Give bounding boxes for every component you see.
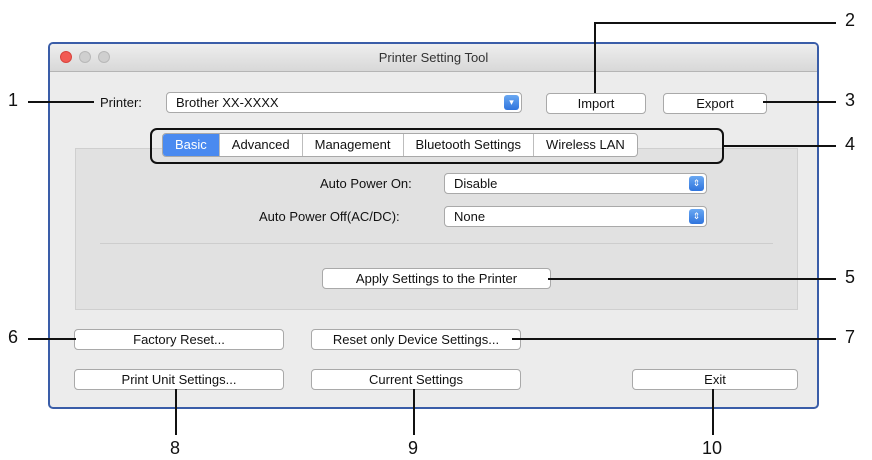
callout-line-9 bbox=[413, 389, 415, 435]
callout-line-10 bbox=[712, 389, 714, 435]
callout-line-6 bbox=[28, 338, 76, 340]
apply-settings-button[interactable]: Apply Settings to the Printer bbox=[322, 268, 551, 289]
callout-number-10: 10 bbox=[702, 438, 723, 458]
auto-power-off-select[interactable]: None ⇕ bbox=[444, 206, 707, 227]
callout-number-5: 5 bbox=[845, 267, 856, 287]
auto-power-off-value: None bbox=[454, 209, 486, 224]
window-title: Printer Setting Tool bbox=[378, 50, 489, 65]
auto-power-on-label: Auto Power On: bbox=[320, 176, 412, 191]
callout-number-3: 3 bbox=[845, 90, 856, 110]
reset-device-settings-button[interactable]: Reset only Device Settings... bbox=[311, 329, 521, 350]
callout-number-6: 6 bbox=[8, 327, 19, 347]
tabs-callout-outline bbox=[150, 128, 724, 164]
callout-number-8: 8 bbox=[170, 438, 181, 458]
callout-number-4: 4 bbox=[845, 134, 856, 154]
chevron-down-icon: ▾ bbox=[504, 95, 519, 110]
callout-line-2-v bbox=[594, 22, 596, 93]
import-button[interactable]: Import bbox=[546, 93, 646, 114]
current-settings-button[interactable]: Current Settings bbox=[311, 369, 521, 390]
export-button[interactable]: Export bbox=[663, 93, 767, 114]
printer-setting-tool-window: Printer Setting Tool Printer: Brother XX… bbox=[48, 42, 819, 409]
callout-number-7: 7 bbox=[845, 327, 856, 347]
print-unit-settings-button[interactable]: Print Unit Settings... bbox=[74, 369, 284, 390]
callout-line-3 bbox=[763, 101, 836, 103]
factory-reset-button[interactable]: Factory Reset... bbox=[74, 329, 284, 350]
auto-power-on-select[interactable]: Disable ⇕ bbox=[444, 173, 707, 194]
callout-line-2-h bbox=[594, 22, 836, 24]
callout-line-4 bbox=[724, 145, 836, 147]
up-down-chevron-icon: ⇕ bbox=[689, 209, 704, 224]
callout-number-9: 9 bbox=[408, 438, 419, 458]
callout-number-1: 1 bbox=[8, 90, 19, 110]
exit-button[interactable]: Exit bbox=[632, 369, 798, 390]
callout-line-8 bbox=[175, 389, 177, 435]
callout-line-5 bbox=[548, 278, 836, 280]
callout-line-1 bbox=[28, 101, 94, 103]
title-bar: Printer Setting Tool bbox=[50, 44, 817, 72]
auto-power-off-label: Auto Power Off(AC/DC): bbox=[259, 209, 400, 224]
printer-select-value: Brother XX-XXXX bbox=[176, 95, 279, 110]
printer-select[interactable]: Brother XX-XXXX ▾ bbox=[166, 92, 522, 113]
callout-line-7 bbox=[512, 338, 836, 340]
basic-settings-panel: Auto Power On: Disable ⇕ Auto Power Off(… bbox=[75, 148, 798, 310]
auto-power-on-value: Disable bbox=[454, 176, 498, 191]
up-down-chevron-icon: ⇕ bbox=[689, 176, 704, 191]
panel-divider bbox=[100, 243, 773, 244]
callout-number-2: 2 bbox=[845, 10, 856, 30]
printer-label: Printer: bbox=[100, 95, 142, 110]
